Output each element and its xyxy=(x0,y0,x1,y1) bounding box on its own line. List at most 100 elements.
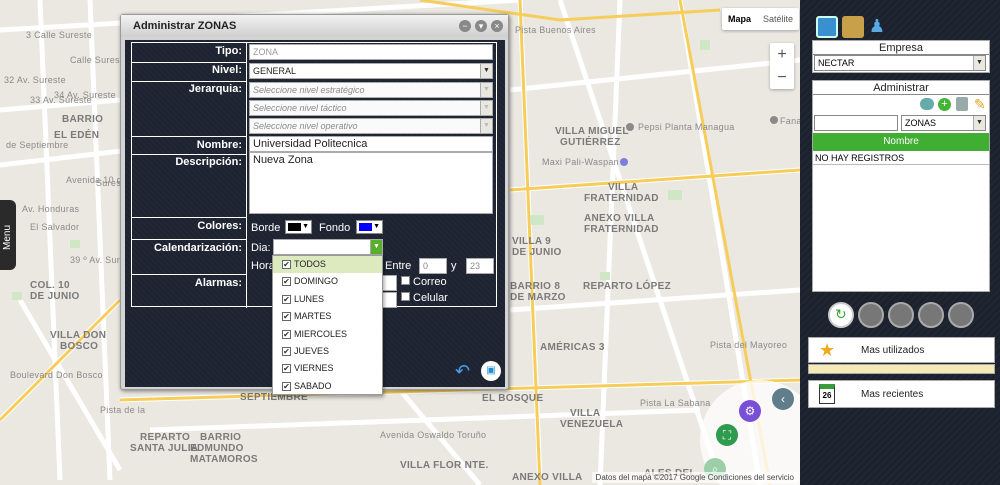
mas-utilizados-panel[interactable]: ★ Mas utilizados xyxy=(808,337,995,363)
checkbox-icon[interactable]: ✔ xyxy=(282,312,291,322)
y-label: y xyxy=(451,260,457,272)
map-type-control: Mapa Satélite xyxy=(722,8,800,30)
correo-checkbox[interactable] xyxy=(401,276,410,285)
dia-option[interactable]: ✔ SABADO xyxy=(273,378,382,395)
print-button[interactable] xyxy=(888,302,914,328)
borde-color-picker[interactable]: ▼ xyxy=(285,220,312,234)
nivel-operativo-select[interactable]: Seleccione nivel operativo ▼ xyxy=(249,118,493,134)
admin-search-input[interactable] xyxy=(814,115,898,131)
zoom-out-button[interactable]: − xyxy=(770,66,794,89)
dia-option[interactable]: ✔ VIERNES xyxy=(273,360,382,377)
minimize-icon[interactable]: − xyxy=(459,20,471,32)
chevron-down-icon: ▼ xyxy=(973,56,985,70)
dialog-header: Administrar ZONAS − ▾ × xyxy=(121,15,508,37)
map-label: Pista de la xyxy=(100,405,146,415)
hora-hasta-input[interactable]: 23 xyxy=(466,258,494,274)
undo-icon[interactable]: ↶ xyxy=(455,361,475,381)
user-tab-icon[interactable]: ♟ xyxy=(866,16,888,38)
map-label: EL BOSQUE xyxy=(482,393,544,404)
checkbox-icon[interactable]: ✔ xyxy=(282,346,291,356)
zoom-in-button[interactable]: + xyxy=(770,43,794,66)
map-label: Boulevard Don Bosco xyxy=(10,370,103,380)
nivel-select-value: GENERAL xyxy=(253,66,297,76)
dia-option-label: JUEVES xyxy=(294,345,330,356)
map-label: VILLA MIGUEL xyxy=(555,126,629,137)
dia-option-label: LUNES xyxy=(294,293,325,304)
dia-option[interactable]: ✔ JUEVES xyxy=(273,343,382,360)
add-icon[interactable]: + xyxy=(938,98,951,111)
dia-label: Dia: xyxy=(251,242,271,254)
settings-gear-icon[interactable]: ⚙ xyxy=(739,400,761,422)
map-label: SANTA JULIA xyxy=(130,443,199,454)
dia-option[interactable]: ✔ LUNES xyxy=(273,291,382,308)
checkbox-icon[interactable]: ✔ xyxy=(282,294,291,304)
save-button[interactable] xyxy=(948,302,974,328)
mas-recientes-label: Mas recientes xyxy=(861,389,924,400)
checkbox-icon[interactable]: ✔ xyxy=(282,364,291,374)
fondo-color-picker[interactable]: ▼ xyxy=(356,220,383,234)
map-label: ANEXO VILLA xyxy=(512,472,583,483)
dia-option-label: DOMINGO xyxy=(294,276,338,287)
report-tab-icon[interactable] xyxy=(842,16,864,38)
nivel-tactico-select[interactable]: Seleccione nivel táctico ▼ xyxy=(249,100,493,116)
nombre-input[interactable]: Universidad Politecnica xyxy=(249,136,493,152)
map-label: VILLA xyxy=(608,182,639,193)
map-label: BARRIO xyxy=(200,432,242,443)
celular-checkbox[interactable] xyxy=(401,292,410,301)
map-label: BARRIO 8 xyxy=(510,281,561,292)
place-pin-icon[interactable] xyxy=(770,116,778,124)
dropdown-icon[interactable]: ▾ xyxy=(475,20,487,32)
globe-tab-icon[interactable] xyxy=(816,16,838,38)
trash-icon[interactable] xyxy=(956,97,968,111)
checkbox-icon[interactable]: ✔ xyxy=(282,329,291,339)
map-label: BOSCO xyxy=(60,341,99,352)
mas-recientes-panel[interactable]: 26 Mas recientes xyxy=(808,380,995,408)
grid-header-nombre[interactable]: Nombre xyxy=(813,133,989,151)
map-label: VILLA FLOR NTE. xyxy=(400,460,489,471)
filter-button[interactable] xyxy=(858,302,884,328)
dia-option[interactable]: ✔ DOMINGO xyxy=(273,273,382,290)
administrar-box: Administrar xyxy=(812,80,990,292)
map-label: GUTIÉRREZ xyxy=(560,137,621,148)
dia-option[interactable]: ✔ MARTES xyxy=(273,308,382,325)
chevron-down-icon: ▼ xyxy=(373,223,380,230)
place-pin-icon[interactable] xyxy=(626,123,634,131)
fullscreen-icon[interactable]: ⛶ xyxy=(716,424,738,446)
dia-option-label: TODOS xyxy=(294,259,326,269)
nivel-estrategico-select[interactable]: Seleccione nivel estratégico ▼ xyxy=(249,82,493,98)
empresa-select[interactable]: NECTAR ▼ xyxy=(814,55,986,71)
car-icon[interactable] xyxy=(920,98,934,110)
hora-desde-input[interactable]: 0 xyxy=(419,258,447,274)
menu-tab-label: Menu xyxy=(2,224,13,250)
map-label: Pista del Mayoreo xyxy=(710,340,788,350)
dia-option[interactable]: ✔ TODOS xyxy=(273,256,382,274)
colores-label: Colores: xyxy=(197,220,242,232)
dia-option-label: MARTES xyxy=(294,311,332,322)
refresh-button[interactable]: ↻ xyxy=(828,302,854,328)
collapse-arrow-icon[interactable]: ‹ xyxy=(772,388,794,410)
borde-label: Borde xyxy=(251,222,281,234)
checkbox-icon[interactable]: ✔ xyxy=(282,381,291,391)
menu-tab[interactable]: Menu xyxy=(0,200,16,270)
dia-option[interactable]: ✔ MIERCOLES xyxy=(273,326,382,343)
admin-type-select[interactable]: ZONAS ▼ xyxy=(901,115,986,131)
export-button[interactable] xyxy=(918,302,944,328)
chevron-down-icon: ▼ xyxy=(302,223,309,230)
map-type-satellite[interactable]: Satélite xyxy=(757,8,799,30)
nivel-label: Nivel: xyxy=(212,64,242,76)
map-label: VILLA DON xyxy=(50,330,107,341)
map-label: 32 Av. Sureste xyxy=(4,75,66,85)
checkbox-icon[interactable]: ✔ xyxy=(282,277,291,287)
dia-select[interactable]: ▼ xyxy=(273,239,383,255)
place-pin-icon[interactable] xyxy=(620,158,628,166)
map-type-mapa[interactable]: Mapa xyxy=(722,8,757,30)
borde-color-swatch xyxy=(288,223,301,231)
descripcion-textarea[interactable]: Nueva Zona xyxy=(249,152,493,214)
close-icon[interactable]: × xyxy=(491,20,503,32)
checkbox-icon[interactable]: ✔ xyxy=(282,260,291,269)
save-icon[interactable]: ▣ xyxy=(481,361,501,381)
admin-type-value: ZONAS xyxy=(905,118,937,128)
tipo-field[interactable]: ZONA xyxy=(249,44,493,60)
nivel-select[interactable]: GENERAL ▼ xyxy=(249,63,493,79)
edit-pencil-icon[interactable]: ✎ xyxy=(974,96,986,113)
